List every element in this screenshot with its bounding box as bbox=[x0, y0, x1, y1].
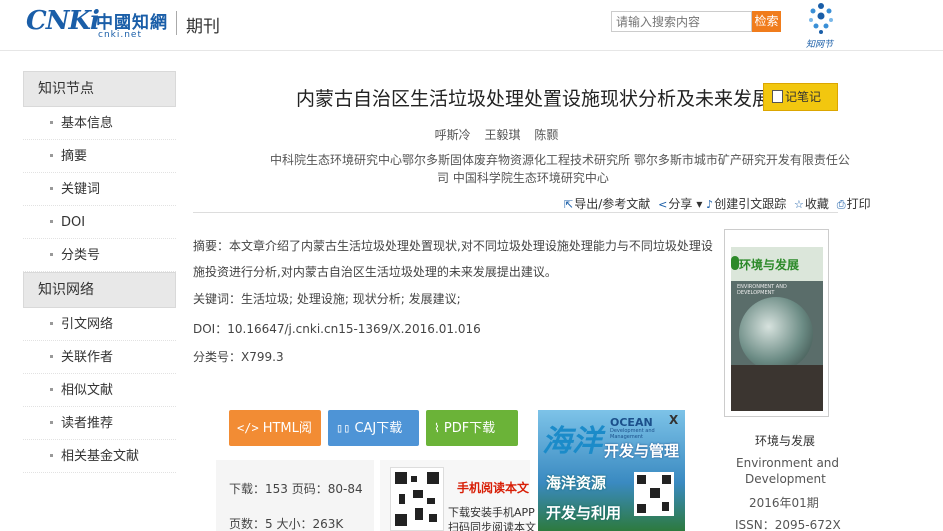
cover-land-graphic bbox=[731, 365, 823, 411]
author-link[interactable]: 王毅琪 bbox=[484, 128, 520, 142]
header-bottom-line bbox=[0, 50, 943, 51]
sidebar-group-knowledge-node: 知识节点 bbox=[23, 71, 176, 107]
favorite-link[interactable]: 收藏 bbox=[805, 197, 829, 211]
sidebar-item-doi[interactable]: DOI bbox=[23, 206, 176, 239]
journal-english-name-line2: Development bbox=[745, 472, 826, 486]
star-icon: ☆ bbox=[794, 198, 804, 211]
sidebar-item-keywords[interactable]: 关键词 bbox=[23, 173, 176, 206]
class-label: 分类号： bbox=[193, 350, 242, 364]
sidebar-item-class-no[interactable]: 分类号 bbox=[23, 239, 176, 272]
cover-header: 环境与发展 bbox=[731, 247, 823, 281]
cover-globe-graphic bbox=[739, 297, 813, 371]
book-icon: ▯▯ bbox=[336, 421, 351, 435]
logo-cnki-text: CNKi bbox=[26, 6, 100, 36]
sidebar-group-knowledge-network: 知识网络 bbox=[23, 272, 176, 308]
ad-close-button[interactable]: X bbox=[669, 413, 678, 427]
doi-label: DOI： bbox=[193, 322, 228, 336]
section-label[interactable]: 期刊 bbox=[186, 12, 220, 37]
cover-leaf-icon bbox=[731, 256, 739, 270]
journal-name[interactable]: 环境与发展 bbox=[755, 432, 815, 449]
brand-text: 知网节 bbox=[806, 40, 834, 50]
doi-value: 10.16647/j.cnki.cn15-1369/X.2016.01.016 bbox=[227, 322, 481, 336]
sidebar-item-abstract[interactable]: 摘要 bbox=[23, 140, 176, 173]
sidebar-item-related-fund-docs[interactable]: 相关基金文献 bbox=[23, 440, 176, 473]
pdf-download-label: PDF下载 bbox=[443, 421, 496, 436]
bell-icon: ♪ bbox=[706, 198, 714, 211]
take-note-label: 记笔记 bbox=[785, 90, 822, 104]
ad-qr-code-icon bbox=[634, 472, 674, 516]
mobile-read-desc-1: 下载安装手机APP bbox=[448, 506, 535, 519]
sidebar-item-citation-network[interactable]: 引文网络 bbox=[23, 308, 176, 341]
keywords-label: 关键词： bbox=[193, 292, 242, 306]
share-icon: < bbox=[658, 198, 668, 211]
journal-issue[interactable]: 2016年01期 bbox=[749, 494, 819, 511]
caj-download-button[interactable]: ▯▯ CAJ下载 bbox=[328, 410, 419, 446]
print-icon: ⎙ bbox=[836, 198, 846, 211]
author-link[interactable]: 陈颢 bbox=[534, 128, 558, 142]
doi: DOI：10.16647/j.cnki.cn15-1369/X.2016.01.… bbox=[193, 320, 481, 337]
export-link[interactable]: 导出/参考文献 bbox=[574, 197, 650, 211]
share-dropdown-icon[interactable]: ▾ bbox=[696, 197, 706, 211]
article-title: 内蒙古自治区生活垃圾处理处置设施现状分析及未来发展建议 bbox=[296, 88, 810, 110]
article-toolbar: ⇱导出/参考文献 <分享 ▾ ♪创建引文跟踪 ☆收藏 ⎙打印 bbox=[564, 195, 875, 212]
ad-ocean-subtitle: Development and Management bbox=[610, 428, 655, 440]
abstract: 摘要：本文章介绍了内蒙古生活垃圾处理处置现状,对不同垃圾处理设施处理能力与不同垃… bbox=[193, 233, 715, 285]
code-icon: </> bbox=[237, 421, 259, 435]
abstract-text: 本文章介绍了内蒙古生活垃圾处理处置现状,对不同垃圾处理设施处理能力与不同垃圾处理… bbox=[193, 239, 713, 279]
ocean-journal-ad[interactable]: 海洋 OCEAN Development and Management 开发与管… bbox=[538, 410, 685, 531]
ad-big-text: 海洋 bbox=[542, 424, 602, 459]
class-value: X799.3 bbox=[241, 350, 284, 364]
export-icon: ⇱ bbox=[564, 198, 574, 211]
cover-subtitle: ENVIRONMENT AND DEVELOPMENT bbox=[737, 284, 787, 296]
caj-download-label: CAJ下载 bbox=[354, 421, 403, 436]
logo-domain-text: cnki.net bbox=[98, 30, 142, 40]
affiliation-line-2[interactable]: 司 中国科学院生态环境研究中心 bbox=[437, 169, 609, 186]
ad-line-1: 海洋资源 bbox=[546, 474, 607, 492]
cover-title: 环境与发展 bbox=[739, 258, 800, 272]
share-link[interactable]: 分享 bbox=[668, 197, 692, 211]
abstract-label: 摘要： bbox=[193, 239, 230, 253]
print-link[interactable]: 打印 bbox=[847, 197, 871, 211]
keywords-value[interactable]: 生活垃圾; 处理设施; 现状分析; 发展建议; bbox=[241, 292, 461, 306]
sidebar-item-related-authors[interactable]: 关联作者 bbox=[23, 341, 176, 374]
notebook-icon bbox=[772, 90, 783, 103]
sidebar-item-similar-docs[interactable]: 相似文献 bbox=[23, 374, 176, 407]
keywords: 关键词：生活垃圾; 处理设施; 现状分析; 发展建议; bbox=[193, 290, 461, 307]
take-note-button[interactable]: 记笔记 bbox=[763, 83, 838, 111]
journal-english-name-line1: Environment and bbox=[736, 456, 840, 470]
author-link[interactable]: 呼斯冷 bbox=[435, 128, 471, 142]
journal-cover-image[interactable]: 环境与发展 ENVIRONMENT AND DEVELOPMENT bbox=[731, 247, 823, 411]
mobile-read-desc-2: 扫码同步阅读本文 bbox=[448, 521, 536, 531]
affiliation-line-1[interactable]: 中科院生态环境研究中心鄂尔多斯固体废弃物资源化工程技术研究所 鄂尔多斯市城市矿产… bbox=[270, 151, 850, 168]
sidebar-item-reader-recommend[interactable]: 读者推荐 bbox=[23, 407, 176, 440]
pdf-icon: ⌇ bbox=[434, 421, 440, 435]
search-button[interactable]: 检索 bbox=[752, 11, 781, 32]
header-divider bbox=[176, 11, 177, 35]
ad-line-2: 开发与利用 bbox=[546, 504, 622, 522]
classification: 分类号：X799.3 bbox=[193, 348, 284, 365]
citation-track-link[interactable]: 创建引文跟踪 bbox=[714, 197, 786, 211]
page-count-size: 页数：5 大小：263K bbox=[229, 517, 344, 531]
download-count-pages: 下载：153 页码：80-84 bbox=[229, 482, 363, 496]
search-input[interactable] bbox=[611, 11, 752, 32]
section-divider bbox=[193, 212, 838, 213]
pdf-download-button[interactable]: ⌇ PDF下载 bbox=[426, 410, 518, 446]
journal-issn: ISSN：2095-672X bbox=[735, 518, 841, 531]
ad-title: 开发与管理 bbox=[604, 442, 680, 460]
author-list: 呼斯冷 王毅琪 陈颢 bbox=[0, 126, 943, 143]
html-read-button[interactable]: </>HTML阅读 bbox=[229, 410, 321, 472]
mobile-read-title: 手机阅读本文 bbox=[457, 481, 530, 495]
header: CNKi 中國知網 cnki.net 期刊 检索 知网节 bbox=[0, 0, 943, 50]
qr-code-icon bbox=[390, 467, 444, 531]
cnki-logo[interactable]: CNKi 中國知網 cnki.net bbox=[26, 4, 176, 46]
